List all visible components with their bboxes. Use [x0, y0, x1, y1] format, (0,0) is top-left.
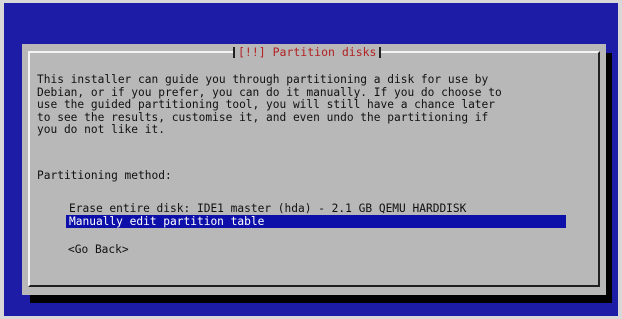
- option-erase-entire-disk[interactable]: Erase entire disk: IDE1 master (hda) - 2…: [66, 202, 566, 215]
- go-back-button[interactable]: <Go Back>: [68, 244, 129, 256]
- partition-disks-dialog: [!!] Partition disks This installer can …: [22, 44, 606, 295]
- description-line: you do not like it.: [37, 123, 165, 137]
- dialog-title: [!!] Partition disks: [233, 45, 382, 59]
- option-manually-edit-partition-table[interactable]: Manually edit partition table: [66, 215, 566, 228]
- installer-screen: [!!] Partition disks This installer can …: [4, 3, 618, 316]
- dialog-frame: [!!] Partition disks This installer can …: [28, 45, 600, 287]
- partitioning-method-label: Partitioning method:: [37, 169, 172, 182]
- description-line: use the guided partitioning tool, you wi…: [37, 98, 496, 112]
- dialog-description: This installer can guide you through par…: [37, 73, 597, 137]
- description-line: This installer can guide you through par…: [37, 73, 489, 86]
